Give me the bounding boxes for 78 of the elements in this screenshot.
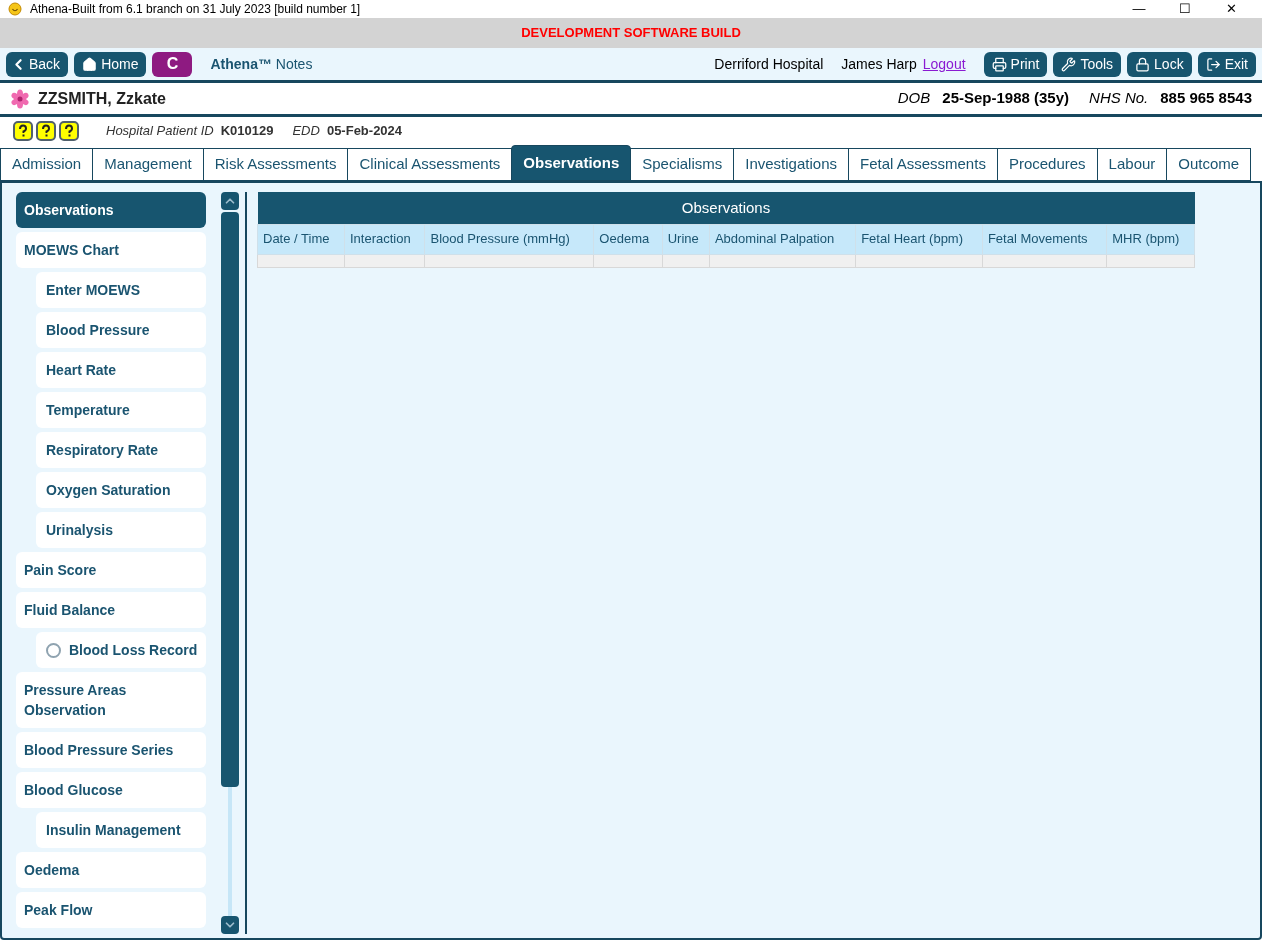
user-name: James Harp: [841, 54, 917, 74]
sidebar-item[interactable]: Observations: [16, 192, 206, 228]
home-button[interactable]: Home: [74, 51, 147, 77]
tab[interactable]: Procedures: [996, 148, 1098, 181]
lock-button[interactable]: Lock: [1127, 51, 1192, 77]
help-icon[interactable]: [36, 121, 56, 141]
window-control[interactable]: ☐: [1162, 0, 1208, 18]
tab[interactable]: Investigations: [733, 148, 849, 181]
c-button[interactable]: C: [152, 51, 193, 77]
column-header[interactable]: Blood Pressure (mmHg): [424, 224, 594, 254]
sidebar-item[interactable]: Oedema: [16, 852, 206, 888]
exit-button[interactable]: Exit: [1197, 51, 1256, 77]
column-header[interactable]: Fetal Movements: [982, 224, 1107, 254]
nhs-label: NHS No.: [1089, 88, 1149, 109]
window-control[interactable]: —: [1116, 0, 1162, 18]
sidebar-item[interactable]: Blood Pressure: [36, 312, 206, 348]
column-header[interactable]: Urine: [662, 224, 710, 254]
tab[interactable]: Outcome: [1166, 148, 1252, 181]
sidebar-item[interactable]: Respiratory Rate: [36, 432, 206, 468]
sidebar-item[interactable]: Blood Glucose: [16, 772, 206, 808]
tab[interactable]: Clinical Assessments: [347, 148, 513, 181]
tab[interactable]: Management: [92, 148, 204, 181]
radio-button[interactable]: [46, 642, 61, 658]
help-icon[interactable]: [59, 121, 79, 141]
logout-link[interactable]: Logout: [922, 53, 966, 75]
scrollbar-thumb[interactable]: [221, 212, 239, 787]
column-header[interactable]: Abdominal Palpation: [709, 224, 856, 254]
sidebar-item[interactable]: Enter MOEWS: [36, 272, 206, 308]
sidebar-item[interactable]: Pressure Areas Observation: [16, 672, 206, 728]
dob-label: DOB: [897, 88, 931, 109]
sidebar-item[interactable]: Heart Rate: [36, 352, 206, 388]
scroll-up-button[interactable]: [221, 192, 239, 210]
tab[interactable]: Observations: [511, 145, 632, 181]
help-icon[interactable]: [13, 121, 33, 141]
app-icon: [8, 2, 22, 16]
sidebar-item[interactable]: Insulin Management: [36, 812, 206, 848]
exit-icon: [1205, 56, 1221, 72]
flower-icon: [10, 88, 30, 109]
back-button[interactable]: Back: [6, 51, 69, 77]
printer-icon: [991, 56, 1007, 72]
tab[interactable]: Fetal Assessments: [848, 148, 998, 181]
window-title: Athena-Built from 6.1 branch on 31 July 2023 [build number 1]: [30, 1, 361, 18]
dob-value: 25-Sep-1988 (35y): [942, 88, 1070, 109]
sidebar-item[interactable]: MOEWS Chart: [16, 232, 206, 268]
home-icon: [82, 56, 98, 72]
sidebar-item[interactable]: Urinalysis: [36, 512, 206, 548]
column-header[interactable]: MHR (bpm): [1106, 224, 1195, 254]
hospital-id-value: K010129: [220, 122, 274, 141]
column-header[interactable]: Date / Time: [257, 224, 345, 254]
sidebar-item[interactable]: Blood Pressure Series: [16, 732, 206, 768]
sidebar-item[interactable]: Peak Flow: [16, 892, 206, 928]
app-name: Athena™ Notes: [210, 54, 313, 74]
sidebar-item[interactable]: Oxygen Saturation: [36, 472, 206, 508]
hospital-name: Derriford Hospital: [714, 54, 824, 74]
column-header[interactable]: Interaction: [344, 224, 425, 254]
sidebar-item[interactable]: Temperature: [36, 392, 206, 428]
build-warning-text: DEVELOPMENT SOFTWARE BUILD: [521, 24, 741, 43]
column-header[interactable]: Fetal Heart (bpm): [855, 224, 983, 254]
patient-name: ZZSMITH, Zzkate: [38, 88, 166, 109]
table-title: Observations: [257, 192, 1195, 224]
lock-icon: [1135, 56, 1151, 72]
tab[interactable]: Specialisms: [630, 148, 735, 181]
sidebar-item[interactable]: Fluid Balance: [16, 592, 206, 628]
wrench-icon: [1061, 56, 1077, 72]
nhs-value: 885 965 8543: [1160, 88, 1252, 109]
tab[interactable]: Risk Assessments: [202, 148, 349, 181]
print-button[interactable]: Print: [983, 51, 1048, 77]
edd-label: EDD: [292, 122, 320, 141]
edd-value: 05-Feb-2024: [326, 122, 403, 141]
sidebar-item[interactable]: Blood Loss Record: [36, 632, 206, 668]
scroll-down-button[interactable]: [221, 916, 239, 934]
tab[interactable]: Labour: [1096, 148, 1168, 181]
column-header[interactable]: Oedema: [593, 224, 663, 254]
hospital-id-label: Hospital Patient ID: [106, 122, 214, 141]
sidebar-item[interactable]: Pain Score: [16, 552, 206, 588]
tab[interactable]: Admission: [0, 148, 94, 181]
window-control[interactable]: ✕: [1208, 0, 1254, 18]
tools-button[interactable]: Tools: [1053, 51, 1122, 77]
